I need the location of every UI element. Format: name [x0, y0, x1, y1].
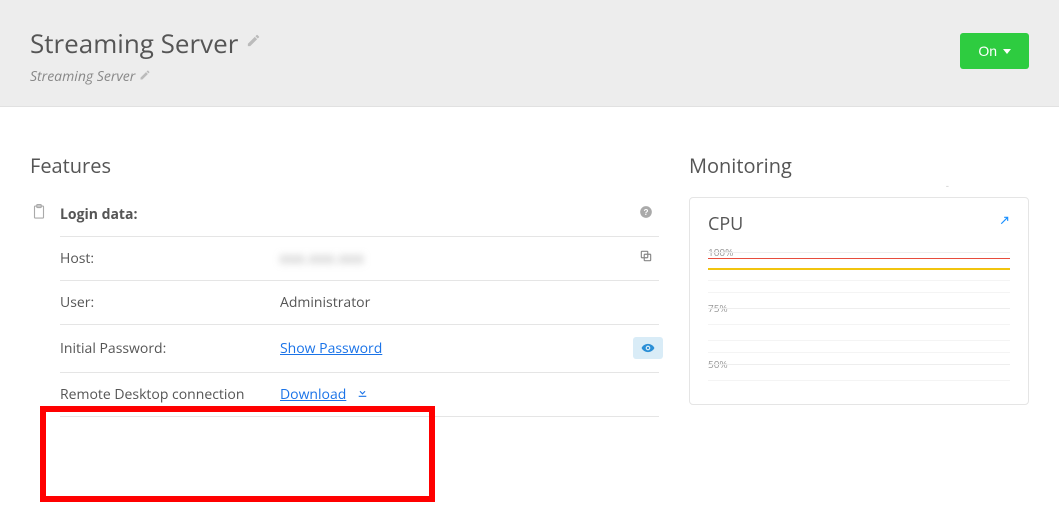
- expand-chart-icon[interactable]: [996, 215, 1010, 234]
- login-data-label: Login data:: [60, 205, 280, 224]
- login-data-header-row: Login data: ?: [60, 197, 659, 237]
- initial-password-label: Initial Password:: [60, 339, 280, 358]
- copy-host-icon[interactable]: [633, 249, 659, 268]
- page-subtitle-text: Streaming Server: [30, 67, 135, 86]
- status-toggle-button[interactable]: On: [960, 33, 1029, 69]
- download-link[interactable]: Download: [280, 385, 346, 404]
- page-subtitle: Streaming Server: [30, 67, 960, 86]
- edit-subtitle-icon[interactable]: [139, 68, 151, 85]
- cpu-monitoring-card: CPU 100% 75% 50%: [689, 197, 1029, 405]
- features-section-title: Features: [30, 152, 659, 179]
- help-icon[interactable]: ?: [633, 205, 659, 224]
- chart-yellow-threshold-line: [708, 268, 1010, 270]
- cpu-card-title: CPU: [708, 212, 743, 236]
- user-label: User:: [60, 293, 280, 312]
- annotation-highlight-box: [40, 406, 435, 502]
- host-value: xxx.xxx.xxx: [280, 249, 364, 268]
- host-row: Host: xxx.xxx.xxx: [60, 237, 659, 280]
- remote-desktop-row: Remote Desktop connection Download: [60, 372, 659, 417]
- show-password-link[interactable]: Show Password: [280, 339, 382, 358]
- svg-text:?: ?: [644, 208, 649, 217]
- cpu-chart: 100% 75% 50%: [708, 246, 1010, 386]
- page-header: Streaming Server Streaming Server On: [0, 0, 1059, 107]
- chart-red-threshold-line: [708, 258, 1010, 259]
- status-toggle-label: On: [978, 43, 997, 59]
- monitoring-section-title: Monitoring: [689, 152, 1029, 179]
- download-icon[interactable]: [356, 385, 369, 404]
- page-title: Streaming Server: [30, 25, 960, 61]
- user-row: User: Administrator: [60, 280, 659, 324]
- user-value: Administrator: [280, 293, 633, 312]
- clipboard-icon: [30, 197, 48, 417]
- host-label: Host:: [60, 249, 280, 268]
- decorative-dash: -: [946, 178, 949, 192]
- page-title-text: Streaming Server: [30, 25, 238, 61]
- edit-title-icon[interactable]: [246, 33, 261, 53]
- show-password-icon[interactable]: [633, 337, 663, 359]
- remote-desktop-label: Remote Desktop connection: [60, 385, 280, 404]
- caret-down-icon: [1003, 49, 1011, 54]
- initial-password-row: Initial Password: Show Password: [60, 324, 659, 372]
